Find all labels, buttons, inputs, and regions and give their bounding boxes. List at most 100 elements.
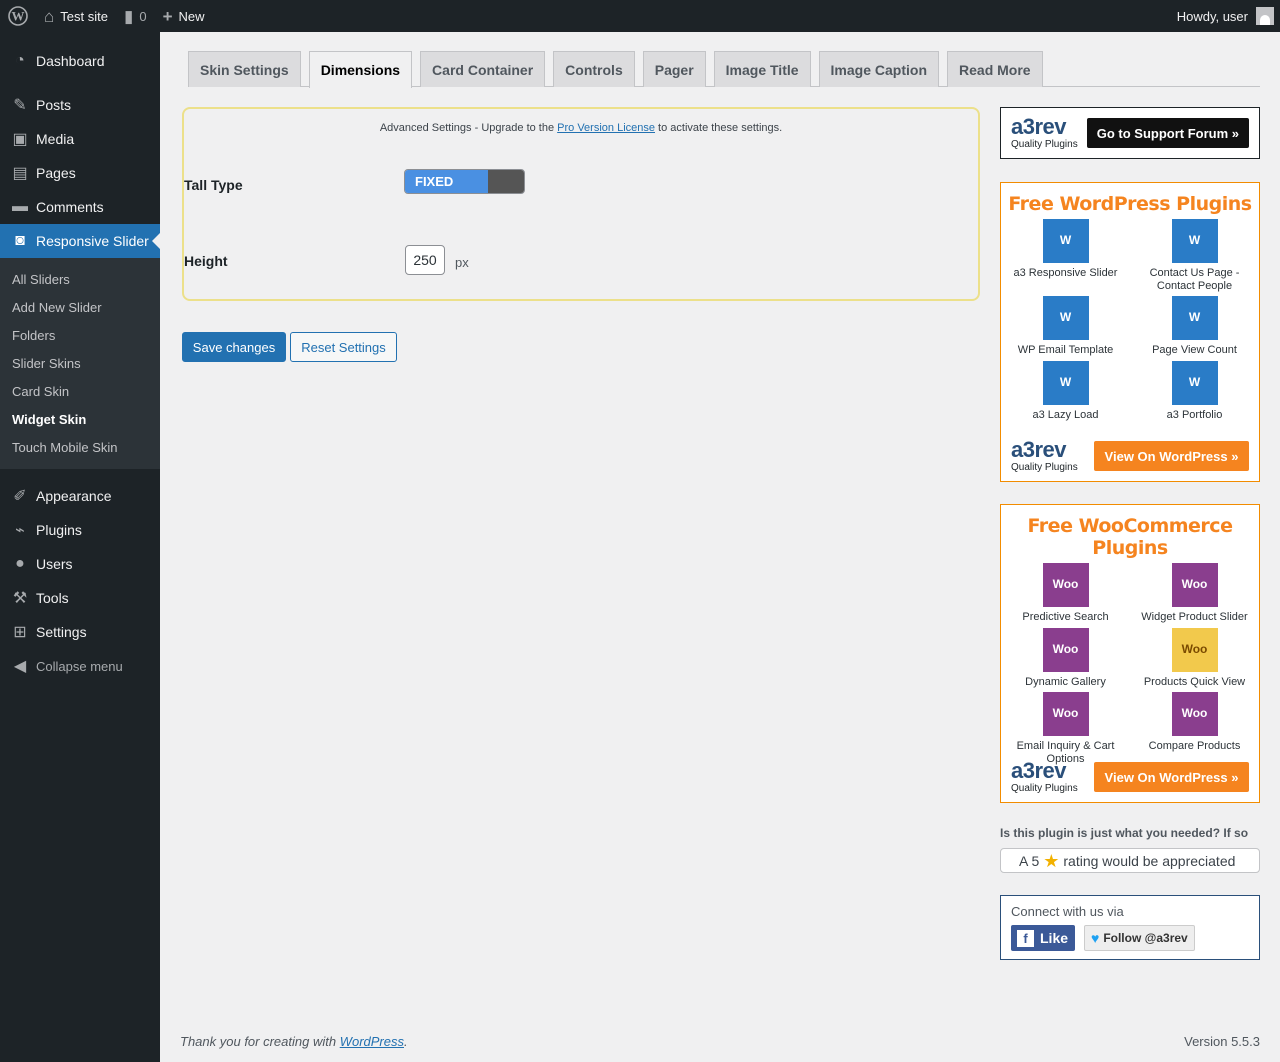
menu-label: Dashboard — [36, 53, 105, 69]
new-content-link[interactable]: + New — [155, 0, 213, 32]
menu-plugins[interactable]: ⌁ Plugins — [0, 513, 160, 547]
plugin-a3-portfolio[interactable]: Wa3 Portfolio — [1130, 360, 1259, 422]
submenu-folders[interactable]: Folders — [0, 321, 160, 349]
rating-prefix: A 5 — [1019, 852, 1040, 869]
main-content: Skin Settings Dimensions Card Container … — [160, 32, 1280, 1062]
menu-settings[interactable]: ⊞ Settings — [0, 615, 160, 649]
quick-view-icon: Woo — [1171, 627, 1218, 672]
menu-pages[interactable]: ▤ Pages — [0, 156, 160, 190]
height-label: Height — [184, 253, 228, 269]
submenu-add-new-slider[interactable]: Add New Slider — [0, 293, 160, 321]
view-on-wordpress-button[interactable]: View On WordPress » — [1094, 441, 1249, 471]
plugin-label: Products Quick View — [1143, 675, 1246, 688]
settings-tabs: Skin Settings Dimensions Card Container … — [188, 51, 1260, 88]
submenu-widget-skin[interactable]: Widget Skin — [0, 405, 160, 433]
a3rev-logo: a3rev Quality Plugins — [1011, 439, 1078, 473]
wordpress-link[interactable]: WordPress — [340, 1034, 404, 1049]
comments-link[interactable]: ▮ 0 — [116, 0, 155, 32]
free-woocommerce-plugins-widget: Free WooCommerce Plugins Woo Predictive S… — [1000, 504, 1260, 803]
plugin-label: Dynamic Gallery — [1025, 675, 1106, 688]
submenu-touch-mobile-skin[interactable]: Touch Mobile Skin — [0, 433, 160, 461]
comments-count: 0 — [139, 8, 147, 24]
save-changes-button[interactable]: Save changes — [182, 332, 286, 362]
menu-tools[interactable]: ⚒ Tools — [0, 581, 160, 615]
tab-pager[interactable]: Pager — [642, 51, 706, 87]
twitter-bird-icon: ♥ — [1091, 930, 1100, 946]
height-input[interactable]: 250 — [405, 245, 445, 275]
widget-title: Free WordPress Plugins — [1008, 193, 1252, 215]
product-slider-icon: Woo — [1171, 563, 1218, 607]
plugin-a3-responsive-slider[interactable]: Wa3 Responsive Slider — [1001, 219, 1130, 292]
plugin-grid: Wa3 Responsive Slider W Contact Us Page -… — [1001, 219, 1259, 422]
logo-subtext: Quality Plugins — [1011, 462, 1078, 473]
plugin-label: a3 Portfolio — [1166, 408, 1223, 421]
menu-media[interactable]: ▣ Media — [0, 122, 160, 156]
fb-label: Like — [1040, 930, 1069, 946]
new-label: New — [178, 8, 205, 24]
plugin-wp-email-template[interactable]: W WP Email Template — [1001, 296, 1130, 357]
tab-controls[interactable]: Controls — [553, 51, 635, 87]
admin-bar: W ⌂ Test site ▮ 0 + New Howdy, user — [0, 0, 1280, 32]
collapse-menu-button[interactable]: ◀ Collapse menu — [0, 649, 160, 683]
brush-icon: ✐ — [13, 488, 27, 505]
menu-label: Tools — [36, 590, 69, 606]
plugin-label: a3 Responsive Slider — [1013, 267, 1118, 279]
submenu-slider-skins[interactable]: Slider Skins — [0, 349, 160, 377]
plugin-widget-product-slider[interactable]: Woo Widget Product Slider — [1130, 563, 1259, 624]
plugin-grid: Woo Predictive Search Woo Widget Product S… — [1001, 563, 1259, 766]
menu-label: Media — [36, 131, 75, 147]
tall-type-toggle[interactable]: FIXED — [404, 169, 525, 194]
tab-image-caption[interactable]: Image Caption — [818, 51, 940, 87]
contact-people-icon: W — [1171, 219, 1218, 263]
twitter-follow-button[interactable]: ♥ Follow @a3rev — [1084, 925, 1195, 951]
rating-suffix: rating would be appreciated — [1063, 852, 1236, 869]
plugin-label: Predictive Search — [1022, 611, 1109, 623]
menu-responsive-slider[interactable]: ◙ Responsive Slider — [0, 224, 160, 258]
wordpress-logo-icon[interactable]: W — [0, 0, 36, 32]
widget-footer: a3rev Quality Plugins View On WordPress … — [1011, 760, 1249, 794]
tab-dimensions[interactable]: Dimensions — [308, 51, 413, 88]
tab-card-container[interactable]: Card Container — [420, 51, 546, 87]
menu-label: Appearance — [36, 488, 112, 504]
plugin-page-view-count[interactable]: W Page View Count — [1130, 296, 1259, 357]
admin-sidebar: ◔ Dashboard ✎ Posts ▣ Media ▤ Pages ▬ Co… — [0, 32, 160, 1062]
menu-users[interactable]: ● Users — [0, 547, 160, 581]
site-name-link[interactable]: ⌂ Test site — [36, 0, 116, 32]
menu-dashboard[interactable]: ◔ Dashboard — [0, 44, 160, 78]
tab-skin-settings[interactable]: Skin Settings — [188, 51, 301, 87]
notice-text: Advanced Settings - Upgrade to the — [379, 122, 558, 134]
logo-text: a3rev — [1011, 114, 1067, 139]
collapse-arrow-icon: ◀ — [13, 658, 27, 675]
plugin-icon: ⌁ — [15, 522, 25, 539]
tab-image-title[interactable]: Image Title — [713, 51, 811, 87]
submenu-all-sliders[interactable]: All Sliders — [0, 265, 160, 293]
support-forum-button[interactable]: Go to Support Forum » — [1086, 118, 1249, 148]
plugin-label: Compare Products — [1148, 740, 1241, 753]
menu-label: Posts — [36, 97, 72, 113]
tab-read-more[interactable]: Read More — [947, 51, 1043, 87]
menu-label: Plugins — [36, 522, 82, 538]
plugin-predictive-search[interactable]: Woo Predictive Search — [1001, 563, 1130, 624]
menu-label: Users — [36, 556, 73, 572]
user-account-link[interactable]: Howdy, user — [1169, 0, 1280, 32]
plugin-products-quick-view[interactable]: Woo Products Quick View — [1130, 627, 1259, 689]
menu-comments[interactable]: ▬ Comments — [0, 190, 160, 224]
reset-settings-button[interactable]: Reset Settings — [290, 332, 397, 362]
rating-link[interactable]: A 5 ★ rating would be appreciated — [1000, 848, 1260, 873]
height-unit: px — [455, 255, 469, 270]
menu-posts[interactable]: ✎ Posts — [0, 88, 160, 122]
plugin-email-inquiry[interactable]: Woo Email Inquiry & Cart Options — [1001, 692, 1130, 765]
view-on-wordpress-button[interactable]: View On WordPress » — [1094, 762, 1249, 792]
pro-license-link[interactable]: Pro Version License — [557, 122, 655, 134]
menu-appearance[interactable]: ✐ Appearance — [0, 479, 160, 513]
free-wordpress-plugins-widget: Free WordPress Plugins Wa3 Responsive Sl… — [1000, 182, 1260, 482]
predictive-search-icon: Woo — [1042, 563, 1089, 607]
submenu-card-skin[interactable]: Card Skin — [0, 377, 160, 405]
plugin-a3-lazy-load[interactable]: Wa3 Lazy Load — [1001, 360, 1130, 422]
plugin-contact-us-page[interactable]: W Contact Us Page - Contact People — [1130, 219, 1259, 292]
plugin-compare-products[interactable]: Woo Compare Products — [1130, 692, 1259, 765]
connect-widget: Connect with us via f Like ♥ Follow @a3rev — [1000, 895, 1260, 960]
upgrade-notice: Advanced Settings - Upgrade to the Pro V… — [184, 122, 978, 134]
plugin-dynamic-gallery[interactable]: Woo Dynamic Gallery — [1001, 627, 1130, 689]
facebook-like-button[interactable]: f Like — [1011, 925, 1075, 951]
